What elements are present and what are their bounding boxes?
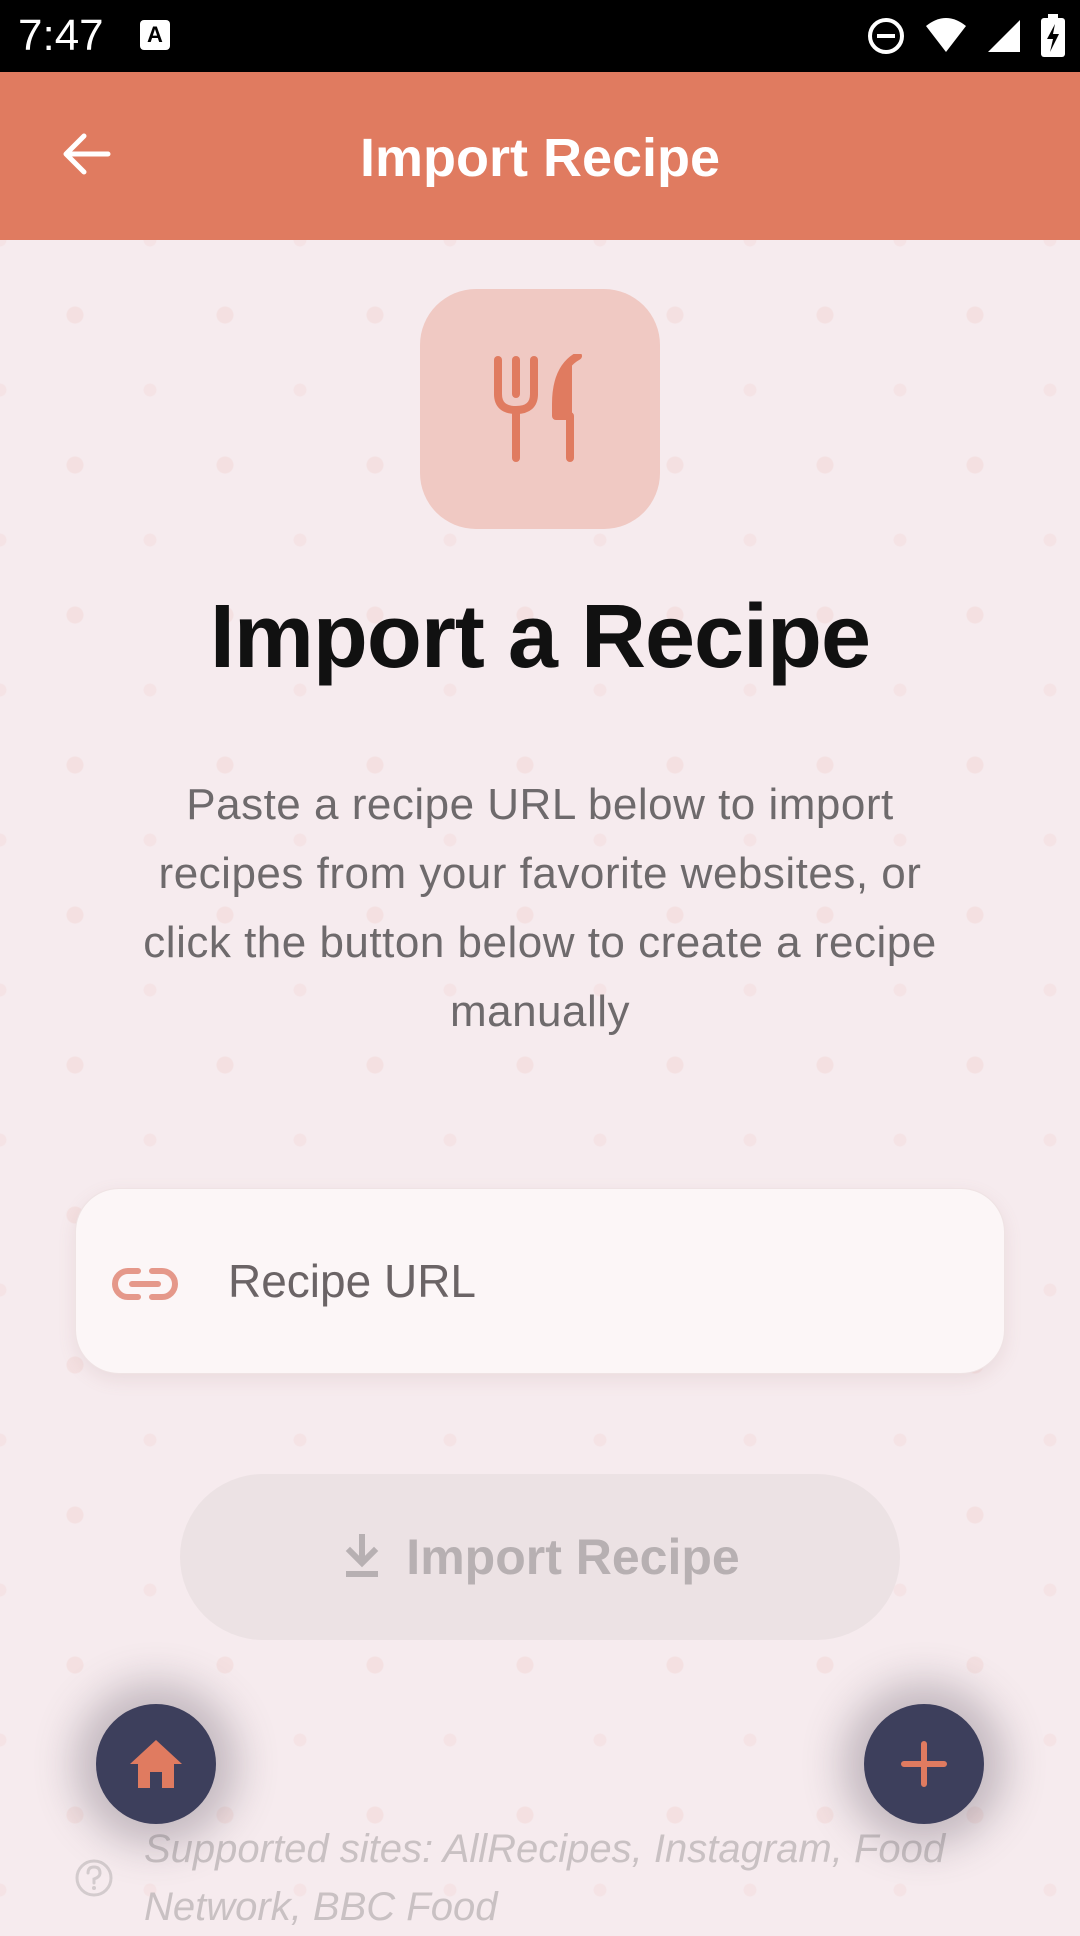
page-title: Import Recipe bbox=[359, 128, 721, 188]
fork-knife-icon bbox=[494, 354, 582, 462]
notification-a-icon: A bbox=[140, 20, 170, 50]
import-recipe-button[interactable]: Import Recipe bbox=[180, 1474, 900, 1640]
status-bar: 7:47 A bbox=[0, 0, 1080, 72]
hero-title: Import a Recipe bbox=[209, 587, 871, 687]
status-icons bbox=[866, 12, 1066, 60]
supported-sites-text: Supported sites: AllRecipes, Instagram, … bbox=[144, 1827, 946, 1929]
battery-charging-icon bbox=[1041, 14, 1065, 57]
download-icon bbox=[346, 1534, 379, 1577]
hero-icon-container bbox=[420, 289, 660, 529]
app-bar: Import Recipe bbox=[0, 72, 1080, 240]
plus-icon bbox=[901, 1741, 947, 1787]
cell-signal-icon bbox=[988, 20, 1020, 52]
do-not-disturb-icon bbox=[868, 18, 904, 54]
link-icon bbox=[112, 1268, 178, 1300]
home-icon bbox=[130, 1740, 182, 1788]
wifi-icon bbox=[926, 18, 966, 52]
import-recipe-button-label: Import Recipe bbox=[406, 1529, 740, 1585]
description-text: Paste a recipe URL below to import recip… bbox=[143, 780, 937, 1036]
home-fab-button[interactable] bbox=[96, 1704, 216, 1824]
help-circle-icon bbox=[75, 1859, 113, 1897]
add-recipe-fab-button[interactable] bbox=[864, 1704, 984, 1824]
status-time: 7:47 bbox=[18, 11, 104, 60]
recipe-url-input[interactable] bbox=[228, 1189, 968, 1373]
url-field[interactable] bbox=[75, 1188, 1005, 1374]
